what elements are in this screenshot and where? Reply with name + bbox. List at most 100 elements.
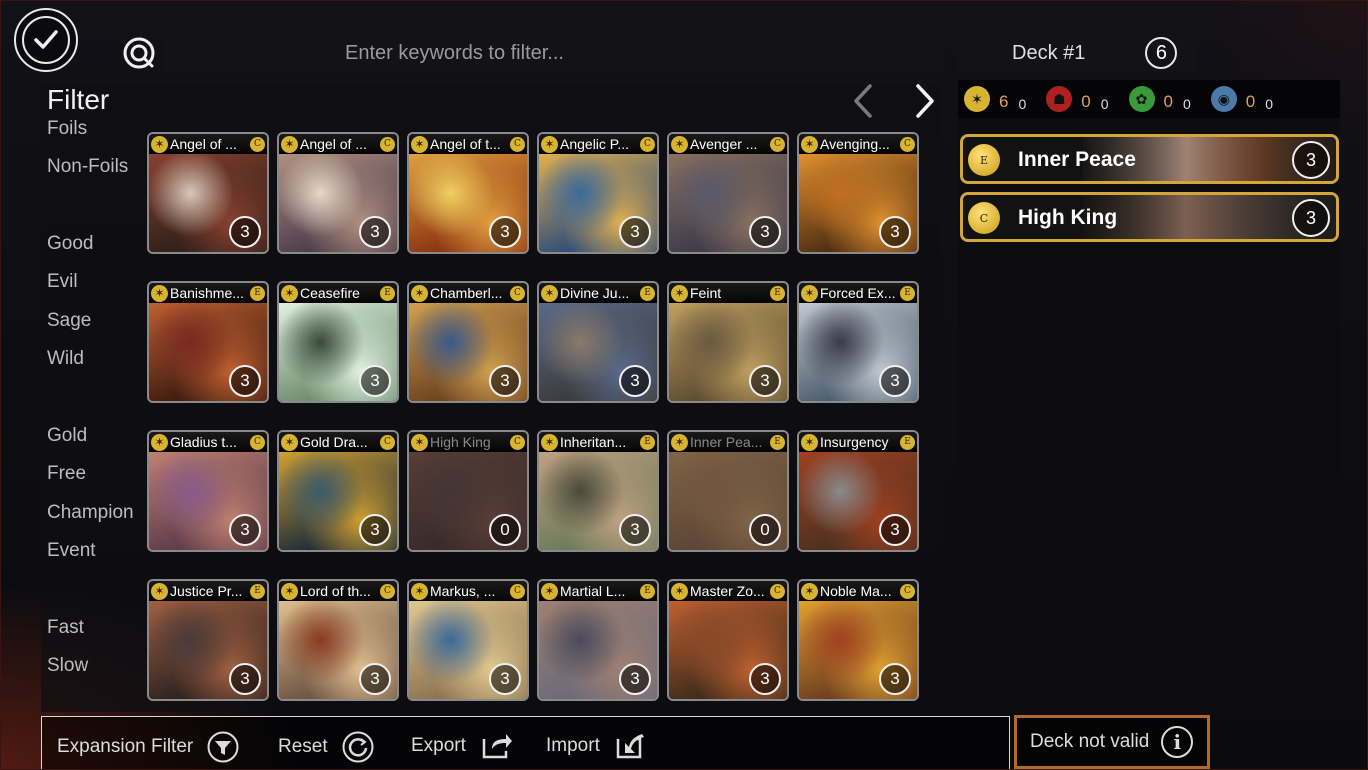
good-faction-icon: ✶ xyxy=(801,284,818,302)
filter-option-7[interactable]: Free xyxy=(47,463,86,485)
card-tile[interactable]: ✶ Master Zo... C 3 xyxy=(667,579,789,701)
card-title-bar: ✶ Gladius t... C xyxy=(149,432,267,452)
deck-card-name: High King xyxy=(1018,206,1118,229)
filter-option-10[interactable]: Fast xyxy=(47,617,84,639)
card-tile[interactable]: ✶ Ceasefire E 3 xyxy=(277,281,399,403)
card-tile[interactable]: ✶ Martial L... E 3 xyxy=(537,579,659,701)
rarity-coin-icon: E xyxy=(968,144,1000,176)
good-faction-icon: ✶ xyxy=(151,135,168,153)
card-tile[interactable]: ✶ Chamberl... C 3 xyxy=(407,281,529,403)
filter-option-6[interactable]: Gold xyxy=(47,425,87,447)
rarity-icon: C xyxy=(510,136,525,152)
card-tile[interactable]: ✶ Angel of ... C 3 xyxy=(277,132,399,254)
rarity-icon: C xyxy=(900,583,915,599)
card-title-bar: ✶ Justice Pr... E xyxy=(149,581,267,601)
filter-option-4[interactable]: Sage xyxy=(47,310,91,332)
filter-option-8[interactable]: Champion xyxy=(47,502,134,524)
card-tile[interactable]: ✶ Angel of t... C 3 xyxy=(407,132,529,254)
prev-page-arrow-icon[interactable] xyxy=(848,82,878,120)
search-icon[interactable] xyxy=(122,36,156,70)
rarity-icon: E xyxy=(640,285,655,301)
card-quantity-badge: 3 xyxy=(359,216,391,248)
filter-option-1[interactable]: Non-Foils xyxy=(47,156,128,178)
rarity-icon: C xyxy=(510,583,525,599)
deck-status-label: Deck not valid xyxy=(1030,731,1150,752)
filter-option-2[interactable]: Good xyxy=(47,233,93,255)
deck-card-entry[interactable]: C High King 3 xyxy=(960,192,1339,242)
card-title-bar: ✶ Chamberl... C xyxy=(409,283,527,303)
faction-counts-bar: ✶ 6 0 ☗ 0 0 ✿ 0 0 ◉ 0 0 xyxy=(958,80,1340,118)
card-tile[interactable]: ✶ Inheritan... E 3 xyxy=(537,430,659,552)
rarity-icon: E xyxy=(640,434,655,450)
deck-count-badge: 6 xyxy=(1145,37,1178,69)
filter-option-5[interactable]: Wild xyxy=(47,348,84,370)
card-tile[interactable]: ✶ Angel of ... C 3 xyxy=(147,132,269,254)
good-faction-icon: ✶ xyxy=(281,433,298,451)
card-quantity-badge: 3 xyxy=(879,663,911,695)
deck-card-quantity: 3 xyxy=(1292,199,1330,237)
card-name: Angel of ... xyxy=(300,136,367,152)
rarity-icon: E xyxy=(770,285,785,301)
expansion-filter-button[interactable]: Expansion Filter xyxy=(57,731,239,763)
export-icon xyxy=(482,734,512,759)
filter-option-9[interactable]: Event xyxy=(47,540,96,562)
card-tile[interactable]: ✶ Noble Ma... C 3 xyxy=(797,579,919,701)
good-faction-icon: ✶ xyxy=(964,86,990,112)
card-tile[interactable]: ✶ Justice Pr... E 3 xyxy=(147,579,269,701)
faction-sub-value: 0 xyxy=(1018,96,1027,112)
filter-option-0[interactable]: Foils xyxy=(47,118,87,140)
card-quantity-badge: 3 xyxy=(879,216,911,248)
card-tile[interactable]: ✶ High King C 0 xyxy=(407,430,529,552)
card-tile[interactable]: ✶ Avenger ... C 3 xyxy=(667,132,789,254)
filter-option-11[interactable]: Slow xyxy=(47,655,88,677)
rarity-icon: C xyxy=(770,136,785,152)
card-name: Forced Ex... xyxy=(820,285,896,301)
export-button[interactable]: Export xyxy=(411,731,514,761)
rarity-icon: C xyxy=(770,583,785,599)
deck-name: Deck #1 xyxy=(1012,41,1086,64)
card-tile[interactable]: ✶ Gladius t... C 3 xyxy=(147,430,269,552)
search-bar xyxy=(165,34,945,72)
card-name: Banishme... xyxy=(170,285,244,301)
deck-status-button[interactable]: Deck not valid i xyxy=(1014,715,1210,769)
deck-card-entry[interactable]: E Inner Peace 3 xyxy=(960,134,1339,184)
filter-title: Filter xyxy=(47,84,110,115)
card-name: Insurgency xyxy=(820,434,889,450)
card-tile[interactable]: ✶ Markus, ... C 3 xyxy=(407,579,529,701)
card-name: Avenging... xyxy=(820,136,890,152)
card-tile[interactable]: ✶ Lord of th... C 3 xyxy=(277,579,399,701)
confirm-button[interactable] xyxy=(14,8,78,72)
filter-option-3[interactable]: Evil xyxy=(47,271,78,293)
card-tile[interactable]: ✶ Inner Pea... E 0 xyxy=(667,430,789,552)
card-tile[interactable]: ✶ Angelic P... C 3 xyxy=(537,132,659,254)
search-input[interactable] xyxy=(345,41,905,65)
rarity-icon: C xyxy=(510,285,525,301)
rarity-icon: E xyxy=(250,583,265,599)
card-tile[interactable]: ✶ Banishme... E 3 xyxy=(147,281,269,403)
checkmark-icon xyxy=(22,16,70,64)
card-quantity-badge: 3 xyxy=(229,216,261,248)
deck-header[interactable]: Deck #1 6 xyxy=(958,34,1198,72)
good-faction-icon: ✶ xyxy=(151,433,168,451)
import-label: Import xyxy=(546,735,600,756)
card-tile[interactable]: ✶ Feint E 3 xyxy=(667,281,789,403)
rarity-icon: C xyxy=(380,434,395,450)
import-button[interactable]: Import xyxy=(546,731,648,761)
reset-label: Reset xyxy=(278,736,328,757)
card-name: Gladius t... xyxy=(170,434,237,450)
card-tile[interactable]: ✶ Gold Dra... C 3 xyxy=(277,430,399,552)
reset-button[interactable]: Reset xyxy=(278,731,374,763)
card-name: Inheritan... xyxy=(560,434,627,450)
good-faction-icon: ✶ xyxy=(411,135,428,153)
good-faction-icon: ✶ xyxy=(801,582,818,600)
good-faction-icon: ✶ xyxy=(411,284,428,302)
card-quantity-badge: 3 xyxy=(229,514,261,546)
card-tile[interactable]: ✶ Insurgency E 3 xyxy=(797,430,919,552)
next-page-arrow-icon[interactable] xyxy=(910,82,940,120)
card-tile[interactable]: ✶ Forced Ex... E 3 xyxy=(797,281,919,403)
card-tile[interactable]: ✶ Divine Ju... E 3 xyxy=(537,281,659,403)
card-title-bar: ✶ Inheritan... E xyxy=(539,432,657,452)
card-name: Inner Pea... xyxy=(690,434,763,450)
card-tile[interactable]: ✶ Avenging... C 3 xyxy=(797,132,919,254)
good-faction-icon: ✶ xyxy=(281,284,298,302)
